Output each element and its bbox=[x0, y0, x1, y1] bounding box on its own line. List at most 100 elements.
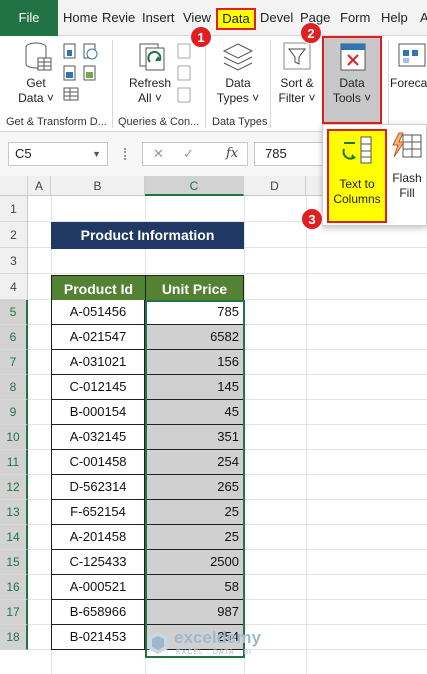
step-badge-2: 2 bbox=[300, 22, 322, 44]
sort-filter-label-1: Sort & bbox=[280, 76, 314, 90]
tab-data[interactable]: Data bbox=[216, 8, 256, 30]
drag-handle[interactable] bbox=[124, 148, 126, 160]
row-header[interactable]: 5 bbox=[0, 300, 28, 325]
text-to-columns-button[interactable]: Text to Columns bbox=[327, 129, 387, 223]
group-label-queries: Queries & Con... bbox=[118, 116, 200, 128]
text-to-columns-label-1: Text to bbox=[339, 177, 375, 191]
column-header-b[interactable]: B bbox=[51, 176, 145, 196]
data-tools-label-1: Data bbox=[339, 76, 365, 90]
cell-product-id[interactable]: F-652154 bbox=[51, 500, 145, 525]
tab-developer[interactable]: Devel bbox=[260, 10, 293, 25]
tab-more[interactable]: A bbox=[420, 10, 427, 25]
exceldemy-logo-icon bbox=[148, 632, 168, 654]
cell-product-id[interactable]: A-021547 bbox=[51, 325, 145, 350]
tab-view[interactable]: View bbox=[183, 10, 211, 25]
tab-home[interactable]: Home bbox=[63, 10, 98, 25]
tab-file[interactable]: File bbox=[0, 0, 58, 36]
row-header[interactable]: 7 bbox=[0, 350, 28, 375]
group-label-get-transform: Get & Transform D... bbox=[6, 116, 107, 128]
insert-function-button[interactable]: fx bbox=[226, 146, 238, 161]
cell-unit-price[interactable]: 45 bbox=[145, 400, 244, 425]
row-header[interactable]: 2 bbox=[0, 222, 28, 248]
tab-formulas[interactable]: Form bbox=[340, 10, 370, 25]
row-header[interactable]: 14 bbox=[0, 525, 28, 550]
cell-product-id[interactable]: A-201458 bbox=[51, 525, 145, 550]
cell-unit-price[interactable]: 156 bbox=[145, 350, 244, 375]
row-header[interactable]: 13 bbox=[0, 500, 28, 525]
data-tools-icon bbox=[340, 43, 366, 71]
column-header-c[interactable]: C bbox=[145, 176, 244, 196]
filter-icon bbox=[283, 42, 311, 70]
name-box[interactable]: C5 ▼ bbox=[8, 142, 108, 166]
cell-product-id[interactable]: A-031021 bbox=[51, 350, 145, 375]
header-unit-price[interactable]: Unit Price bbox=[145, 275, 244, 301]
cell-unit-price[interactable]: 145 bbox=[145, 375, 244, 400]
forecast-button[interactable]: Foreca bbox=[390, 76, 427, 91]
tab-insert[interactable]: Insert bbox=[142, 10, 175, 25]
cell-product-id[interactable]: B-000154 bbox=[51, 400, 145, 425]
select-all-corner[interactable] bbox=[0, 176, 28, 196]
tab-review[interactable]: Revie bbox=[102, 10, 135, 25]
cell-unit-price[interactable]: 351 bbox=[145, 425, 244, 450]
cell-unit-price[interactable]: 25 bbox=[145, 500, 244, 525]
cell-product-id[interactable]: B-658966 bbox=[51, 600, 145, 625]
column-header-d[interactable]: D bbox=[244, 176, 306, 196]
forecast-icon bbox=[398, 43, 426, 67]
text-to-columns-label: Text to Columns bbox=[329, 177, 385, 207]
row-header[interactable]: 6 bbox=[0, 325, 28, 350]
get-data-button[interactable]: Get Data ˅ bbox=[14, 76, 58, 106]
row-header[interactable]: 16 bbox=[0, 575, 28, 600]
cell-product-id[interactable]: C-001458 bbox=[51, 450, 145, 475]
header-product-id[interactable]: Product Id bbox=[51, 275, 146, 301]
cell-product-id[interactable]: D-562314 bbox=[51, 475, 145, 500]
enter-icon[interactable]: ✓ bbox=[183, 146, 194, 162]
refresh-all-label-2: All ˅ bbox=[138, 91, 162, 105]
data-tools-button[interactable]: Data Tools ˅ bbox=[322, 36, 382, 124]
small-source-icons[interactable] bbox=[62, 42, 102, 104]
row-header[interactable]: 12 bbox=[0, 475, 28, 500]
column-header-a[interactable]: A bbox=[28, 176, 51, 196]
text-to-columns-label-2: Columns bbox=[333, 192, 381, 206]
table-title[interactable]: Product Information bbox=[51, 222, 244, 249]
cell-product-id[interactable]: A-032145 bbox=[51, 425, 145, 450]
data-types-button[interactable]: Data Types ˅ bbox=[212, 76, 264, 106]
refresh-all-button[interactable]: Refresh All ˅ bbox=[124, 76, 176, 106]
cell-unit-price[interactable]: 265 bbox=[145, 475, 244, 500]
row-header[interactable]: 18 bbox=[0, 625, 28, 650]
cell-product-id[interactable]: C-012145 bbox=[51, 375, 145, 400]
cell-unit-price[interactable]: 58 bbox=[145, 575, 244, 600]
cancel-icon[interactable]: ✕ bbox=[153, 146, 164, 162]
row-header[interactable]: 8 bbox=[0, 375, 28, 400]
row-header[interactable]: 17 bbox=[0, 600, 28, 625]
group-separator bbox=[205, 40, 206, 128]
data-tools-label-2: Tools ˅ bbox=[332, 91, 372, 105]
step-badge-1: 1 bbox=[190, 26, 212, 48]
name-box-value: C5 bbox=[15, 146, 32, 161]
cell-unit-price[interactable]: 6582 bbox=[145, 325, 244, 350]
cell-unit-price[interactable]: 25 bbox=[145, 525, 244, 550]
cell-product-id[interactable]: A-051456 bbox=[51, 300, 145, 325]
watermark-tagline: EXCEL · DATA · BI bbox=[176, 649, 252, 656]
sort-filter-button[interactable]: Sort & Filter ˅ bbox=[274, 76, 320, 106]
row-header[interactable]: 10 bbox=[0, 425, 28, 450]
row-header[interactable]: 1 bbox=[0, 196, 28, 222]
row-header[interactable]: 3 bbox=[0, 248, 28, 274]
row-header[interactable]: 11 bbox=[0, 450, 28, 475]
tab-help[interactable]: Help bbox=[381, 10, 408, 25]
cell-unit-price[interactable]: 2500 bbox=[145, 550, 244, 575]
data-tools-label: Data Tools ˅ bbox=[324, 76, 380, 106]
cell-product-id[interactable]: A-000521 bbox=[51, 575, 145, 600]
row-header[interactable]: 9 bbox=[0, 400, 28, 425]
cell-unit-price[interactable]: 785 bbox=[145, 300, 244, 325]
formula-input[interactable]: 785 bbox=[254, 142, 330, 166]
cell-unit-price[interactable]: 987 bbox=[145, 600, 244, 625]
group-separator bbox=[388, 40, 389, 128]
cell-product-id[interactable]: C-125433 bbox=[51, 550, 145, 575]
grid-line bbox=[244, 196, 245, 674]
row-header[interactable]: 4 bbox=[0, 274, 28, 300]
cell-unit-price[interactable]: 254 bbox=[145, 450, 244, 475]
cell-product-id[interactable]: B-021453 bbox=[51, 625, 145, 650]
row-header[interactable]: 15 bbox=[0, 550, 28, 575]
worksheet: A B C D 1 2 3 4 5 6 7 8 9 10 11 12 13 14 15 16 17 18 Prod… bbox=[0, 176, 427, 674]
chevron-down-icon[interactable]: ▼ bbox=[92, 143, 101, 165]
